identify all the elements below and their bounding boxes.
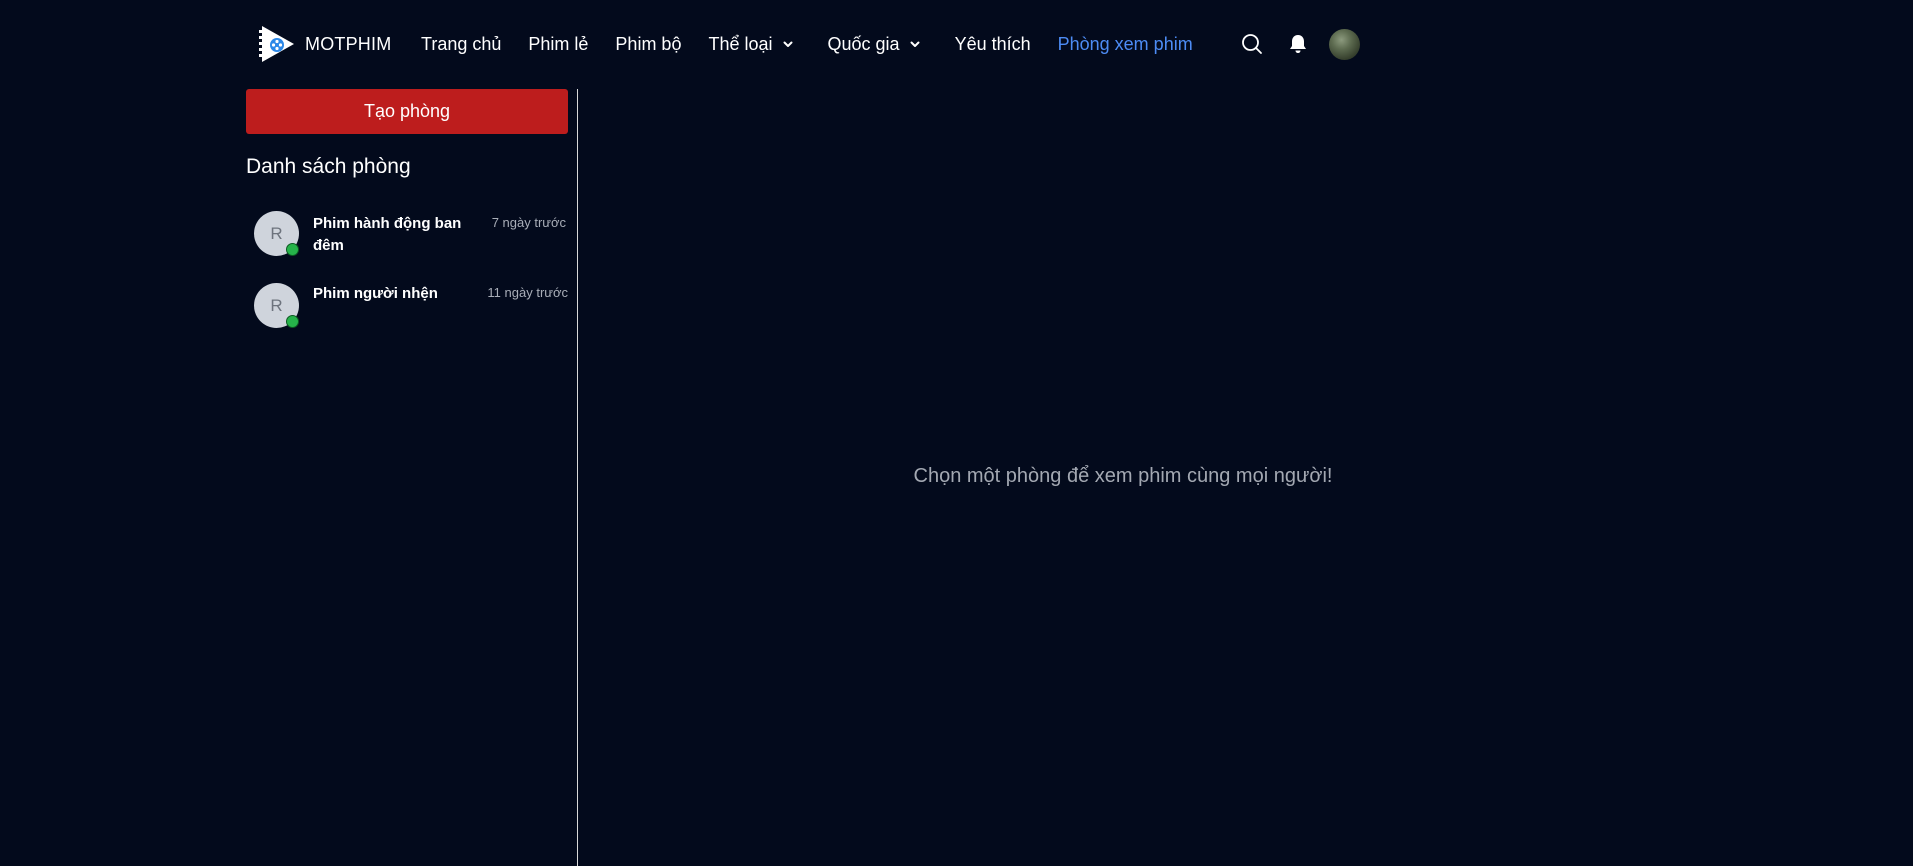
top-header: MOTPHIM Trang chủ Phim lẻ Phim bộ Thể lo… (0, 0, 1913, 88)
room-list-title: Danh sách phòng (246, 155, 411, 178)
room-list-item[interactable]: R Phim hành động ban đêm 7 ngày trước (254, 211, 576, 271)
room-time: 7 ngày trước (491, 215, 566, 230)
chevron-down-icon (783, 41, 793, 47)
bell-icon[interactable] (1287, 33, 1309, 55)
nav-genres-label: Thể loại (708, 33, 773, 54)
room-name: Phim hành động ban đêm (313, 215, 462, 254)
nav-countries-dropdown[interactable]: Quốc gia (828, 34, 922, 55)
user-avatar[interactable] (1329, 28, 1360, 60)
nav-favorites-label: Yêu thích (954, 33, 1031, 54)
room-name: Phim người nhện (313, 285, 438, 302)
room-list-item[interactable]: R Phim người nhện 11 ngày trước (254, 283, 576, 343)
nav-home-label: Trang chủ (421, 33, 502, 54)
brand-logo[interactable]: MOTPHIM (258, 24, 391, 64)
nav-home[interactable]: Trang chủ (421, 34, 501, 55)
create-room-button[interactable]: Tạo phòng (246, 89, 568, 134)
brand-name: MOTPHIM (305, 33, 392, 54)
header-actions (1241, 28, 1360, 60)
logo-play-icon (259, 26, 294, 62)
room-content: Chọn một phòng để xem phim cùng mọi ngườ… (578, 89, 1913, 866)
search-icon[interactable] (1241, 33, 1263, 55)
nav-watch-rooms-label: Phòng xem phim (1057, 33, 1193, 54)
nav-favorites[interactable]: Yêu thích (955, 34, 1031, 55)
room-time: 11 ngày trước (487, 285, 568, 300)
nav-movies-label: Phim lẻ (528, 33, 589, 54)
page: MOTPHIM Trang chủ Phim lẻ Phim bộ Thể lo… (0, 0, 1913, 866)
nav-series[interactable]: Phim bộ (615, 34, 681, 55)
online-status-dot (286, 315, 299, 328)
chevron-down-icon (910, 41, 920, 47)
room-avatar-initial: R (270, 223, 283, 243)
nav-countries-label: Quốc gia (827, 33, 900, 54)
room-sidebar: Tạo phòng Danh sách phòng R Phim hành độ… (246, 89, 578, 866)
empty-state-message: Chọn một phòng để xem phim cùng mọi ngườ… (913, 465, 1333, 487)
nav-genres-dropdown[interactable]: Thể loại (708, 34, 794, 55)
online-status-dot (286, 243, 299, 256)
nav-movies[interactable]: Phim lẻ (528, 34, 588, 55)
main-nav: Trang chủ Phim lẻ Phim bộ Thể loại Quốc … (421, 30, 1220, 58)
nav-watch-rooms[interactable]: Phòng xem phim (1058, 34, 1193, 55)
room-avatar-initial: R (270, 295, 283, 315)
nav-series-label: Phim bộ (615, 33, 682, 54)
